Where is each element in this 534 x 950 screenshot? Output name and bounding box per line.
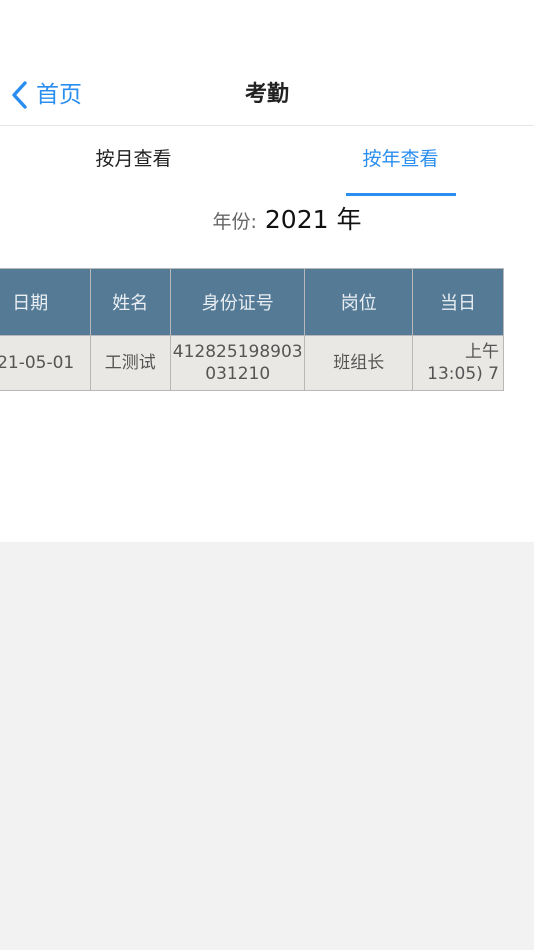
cell-id-line-2: 031210	[205, 364, 271, 384]
year-label: 年份:	[212, 211, 257, 233]
navigation-bar: 首页 考勤	[0, 64, 534, 126]
status-bar	[0, 0, 534, 64]
table-header-row: 日期 姓名 身份证号 岗位 当日	[0, 268, 504, 336]
cell-post: 班组长	[304, 335, 414, 391]
cell-name: 工测试	[89, 335, 172, 391]
cell-day-line-1: 上午	[465, 342, 499, 362]
tab-by-month[interactable]: 按月查看	[0, 126, 267, 196]
attendance-table-container[interactable]: 日期 姓名 身份证号 岗位 当日 021-05-01 工测试 412825198…	[0, 268, 534, 392]
content-area: 首页 考勤 按月查看 按年查看 年份: 2021 年 日期 姓名 身份证号 岗位…	[0, 0, 534, 542]
cell-id-number: 412825198903 031210	[170, 335, 306, 391]
page-title: 考勤	[244, 82, 289, 107]
header-post: 岗位	[304, 268, 414, 336]
year-selector[interactable]: 2021 年	[265, 200, 362, 236]
header-date: 日期	[0, 268, 91, 336]
attendance-table: 日期 姓名 身份证号 岗位 当日 021-05-01 工测试 412825198…	[0, 268, 504, 391]
year-filter: 年份: 2021 年	[0, 200, 534, 248]
tab-by-year[interactable]: 按年查看	[267, 126, 534, 196]
cell-id-line-1: 412825198903	[172, 342, 303, 362]
header-id-number: 身份证号	[170, 268, 306, 336]
cell-day: 上午 13:05) 7	[412, 335, 504, 391]
tab-bar: 按月查看 按年查看	[0, 126, 534, 196]
active-tab-indicator	[346, 193, 456, 196]
cell-day-line-2: 13:05) 7	[427, 364, 499, 384]
header-day: 当日	[412, 268, 504, 336]
table-row[interactable]: 021-05-01 工测试 412825198903 031210 班组长 上午…	[0, 335, 504, 391]
cell-date: 021-05-01	[0, 335, 91, 391]
header-name: 姓名	[89, 268, 172, 336]
